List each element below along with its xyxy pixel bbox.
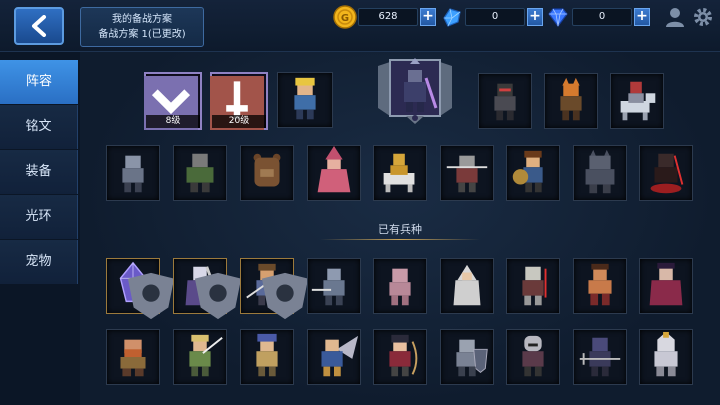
unit-level: 8级 (146, 115, 200, 128)
section-divider (320, 239, 480, 240)
unit-card[interactable] (373, 258, 427, 314)
add-crystal-button[interactable]: + (527, 8, 543, 26)
unit-card[interactable] (307, 329, 361, 385)
spear-knight-icon (446, 155, 488, 193)
leader-slot[interactable] (376, 58, 454, 128)
shield-warrior-icon (512, 150, 543, 193)
winged-valkyrie-icon (321, 335, 359, 377)
formation-slot[interactable] (610, 73, 664, 129)
formation-slot[interactable] (573, 145, 627, 201)
top-bar: 我的备战方案 备战方案 1(已更改) G 628 + 0 + 0 + (0, 0, 720, 52)
golden-rider-icon (383, 153, 415, 193)
tab-pet[interactable]: 宠物 (0, 240, 78, 284)
dark-lord-hero-icon (378, 58, 452, 124)
blonde-archer-icon (294, 77, 316, 120)
unit-card[interactable] (573, 329, 627, 385)
svg-text:G: G (341, 13, 349, 24)
unit-card[interactable] (373, 329, 427, 385)
owned-units-title: 已有兵种 (378, 223, 422, 236)
chevron-left-icon (32, 15, 46, 37)
diamond-icon (548, 8, 568, 27)
unit-card[interactable] (240, 258, 309, 320)
unit-level: 20级 (212, 115, 266, 128)
mummy-icon (389, 268, 411, 306)
unit-card[interactable] (106, 258, 175, 320)
shield-icon (261, 272, 309, 320)
add-gold-button[interactable]: + (420, 8, 436, 26)
sidebar: 阵容 铭文 装备 光环 宠物 (0, 60, 78, 285)
shield-icon (127, 272, 175, 320)
unit-card[interactable] (639, 329, 693, 385)
gold-coin-icon: G (333, 5, 357, 29)
blue-haired-fighter-icon (256, 333, 278, 377)
gear-icon[interactable] (692, 6, 714, 28)
unit-card[interactable] (307, 258, 361, 314)
unit-card[interactable] (506, 258, 560, 314)
battle-plan-selector[interactable]: 我的备战方案 备战方案 1(已更改) (80, 7, 204, 47)
fox-warrior-icon (560, 77, 582, 121)
elf-swordsman-icon (189, 334, 223, 377)
paladin-icon (654, 331, 678, 377)
shield-guard-icon (456, 339, 488, 377)
formation-slot[interactable] (478, 73, 532, 129)
formation-slot[interactable] (544, 73, 598, 129)
unit-card[interactable] (440, 258, 494, 314)
vampire-icon (649, 262, 683, 306)
unit-card[interactable] (173, 329, 227, 385)
formation-slot[interactable] (240, 145, 294, 201)
unit-card[interactable] (639, 258, 693, 314)
unit-card[interactable] (440, 329, 494, 385)
tab-inscription[interactable]: 铭文 (0, 105, 78, 149)
unit-card[interactable] (173, 258, 242, 320)
formation-slot[interactable]: 20级 (210, 72, 268, 130)
shield-icon (194, 272, 242, 320)
tab-lineup[interactable]: 阵容 (0, 60, 78, 104)
ninja-icon (494, 83, 516, 121)
werewolf-icon (585, 149, 615, 194)
hooded-priest-icon (453, 264, 481, 306)
dwarf-icon (120, 339, 146, 377)
crossbow-knight-icon (579, 337, 621, 377)
user-profile-icon[interactable] (664, 6, 686, 28)
tab-equipment[interactable]: 装备 (0, 150, 78, 194)
formation-slot[interactable] (106, 145, 160, 201)
barbarian-icon (588, 263, 612, 306)
plan-title: 我的备战方案 (112, 14, 172, 25)
demon-knight-icon (650, 153, 684, 194)
formation-slot[interactable] (506, 145, 560, 201)
unit-card[interactable] (506, 329, 560, 385)
heavy-warrior-icon (186, 153, 214, 193)
plan-subtitle: 备战方案 1(已更改) (98, 29, 186, 40)
formation-slot[interactable] (639, 145, 693, 201)
unit-card[interactable] (240, 329, 294, 385)
bear-icon (253, 153, 281, 187)
gold-count: 628 (358, 8, 418, 26)
pink-witch-icon (317, 146, 351, 193)
diamond-count: 0 (572, 8, 632, 26)
unit-card[interactable] (573, 258, 627, 314)
crystal-count: 0 (465, 8, 525, 26)
formation-slot[interactable] (373, 145, 427, 201)
formation-slot[interactable] (277, 72, 333, 128)
cavalry-knight-icon (620, 81, 656, 121)
formation-slot[interactable]: 8级 (144, 72, 202, 130)
formation-slot[interactable] (440, 145, 494, 201)
blue-crystal-icon (443, 8, 461, 27)
knight-unit-icon (311, 268, 345, 306)
formation-slot[interactable] (173, 145, 227, 201)
armored-soldier-icon (122, 155, 144, 193)
helmet-soldier-icon (522, 335, 544, 377)
formation-slot[interactable] (307, 145, 361, 201)
archer-girl-icon (389, 334, 418, 377)
add-diamond-button[interactable]: + (634, 8, 650, 26)
lineup-panel: 8级 20级 已有兵种 (80, 52, 720, 405)
back-button[interactable] (14, 7, 64, 45)
tab-aura[interactable]: 光环 (0, 195, 78, 239)
unit-card[interactable] (106, 329, 160, 385)
skeleton-warrior-icon (522, 266, 547, 306)
